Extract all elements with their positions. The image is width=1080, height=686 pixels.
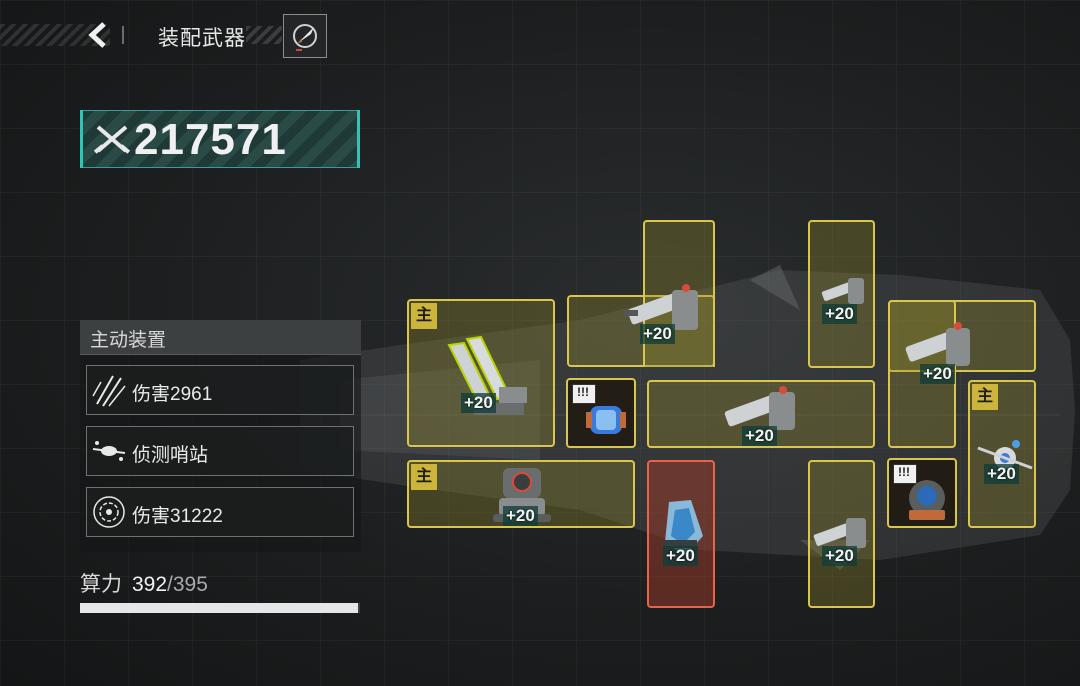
- module-slot-energy-cell[interactable]: !!!: [566, 378, 636, 448]
- module-slot-mech-turret[interactable]: 主 +20: [407, 460, 635, 528]
- compute-readout: 算力 392/395: [80, 568, 208, 598]
- crossed-swords-icon: [93, 125, 131, 154]
- module-slot-plasma-pod[interactable]: +20: [647, 460, 715, 608]
- main-tag: 主: [411, 303, 437, 329]
- module-slot-drone-satellite[interactable]: 主 +20: [968, 380, 1036, 528]
- active-slot-label: 伤害31222: [132, 506, 223, 527]
- combat-power-box: 217571: [80, 110, 360, 168]
- compute-bar: [80, 603, 360, 613]
- compute-bar-fill: [80, 603, 358, 613]
- energy-cell-icon: [586, 406, 626, 434]
- module-level: +20: [640, 324, 675, 344]
- module-level: +20: [461, 393, 496, 413]
- module-slot-cannon-lower[interactable]: +20: [808, 460, 875, 608]
- chip-badge-label: !!!: [577, 385, 589, 399]
- module-slot-cannon-center[interactable]: +20: [647, 380, 875, 448]
- compute-max: /395: [167, 573, 208, 596]
- main-tag: 主: [972, 384, 998, 410]
- active-equipment-header: 主动装置: [80, 320, 361, 355]
- reactor-core-icon: [909, 480, 945, 520]
- module-slot-reactor-core[interactable]: !!!: [887, 458, 957, 528]
- module-slot-missile-launcher[interactable]: 主 +20: [407, 299, 555, 447]
- module-level: +20: [822, 546, 857, 566]
- rocket-icon: [293, 24, 317, 51]
- active-equipment-title: 主动装置: [90, 330, 167, 351]
- main-tag: 主: [411, 464, 437, 490]
- module-level: +20: [920, 364, 955, 384]
- chevron-left-icon: [88, 22, 106, 48]
- target-ring-icon: [93, 496, 125, 528]
- header-divider: [122, 26, 124, 44]
- module-level: +20: [742, 426, 777, 446]
- active-slot-damage-2[interactable]: 伤害31222: [86, 487, 354, 537]
- active-slot-damage-1[interactable]: 伤害2961: [86, 365, 354, 415]
- module-level: +20: [822, 304, 857, 324]
- active-slot-label: 伤害2961: [132, 384, 213, 405]
- compute-current: 392: [132, 573, 168, 596]
- top-bar: 装配武器: [0, 14, 340, 58]
- active-slot-scout-station[interactable]: 侦测哨站: [86, 426, 354, 476]
- active-slot-label: 侦测哨站: [132, 445, 209, 466]
- compute-label: 算力: [80, 573, 122, 596]
- module-slot-cannon-tall[interactable]: +20: [808, 220, 875, 368]
- module-level: +20: [663, 546, 698, 566]
- claw-slash-icon: [92, 375, 126, 407]
- active-equipment-panel: 主动装置 伤害2961 侦测哨站 伤害31222: [80, 320, 361, 552]
- combat-power-value: 217571: [134, 115, 287, 164]
- drone-scout-icon: [92, 441, 126, 461]
- module-level: +20: [503, 506, 538, 526]
- module-level: +20: [984, 464, 1019, 484]
- back-button[interactable]: [84, 20, 114, 50]
- page-title: 装配武器: [158, 27, 246, 50]
- title-stripe: [246, 26, 282, 44]
- rocket-emblem-button[interactable]: [283, 14, 327, 58]
